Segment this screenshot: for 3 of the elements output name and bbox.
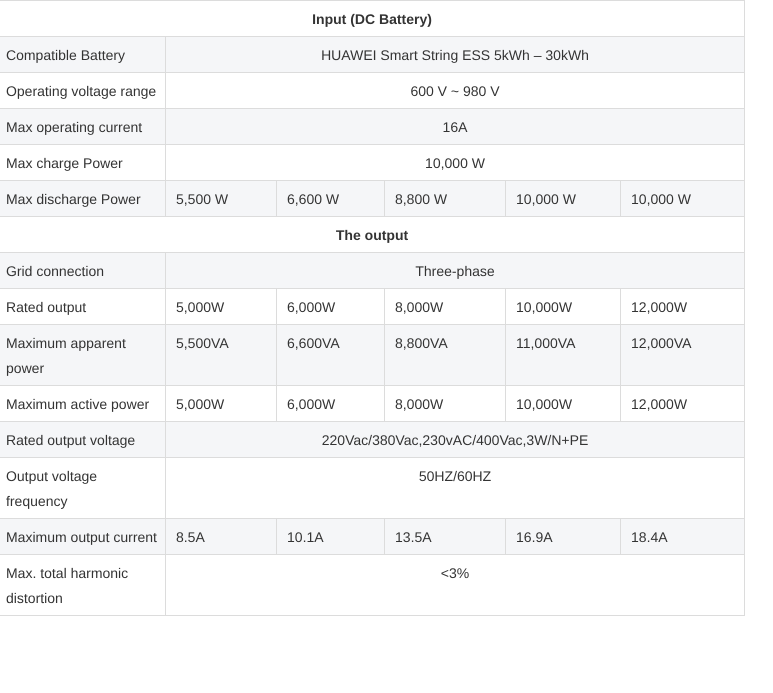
- row-label: Max. total harmonic distortion: [0, 554, 166, 616]
- section-heading: Input (DC Battery): [0, 0, 745, 36]
- table-cell: <3%: [166, 554, 745, 616]
